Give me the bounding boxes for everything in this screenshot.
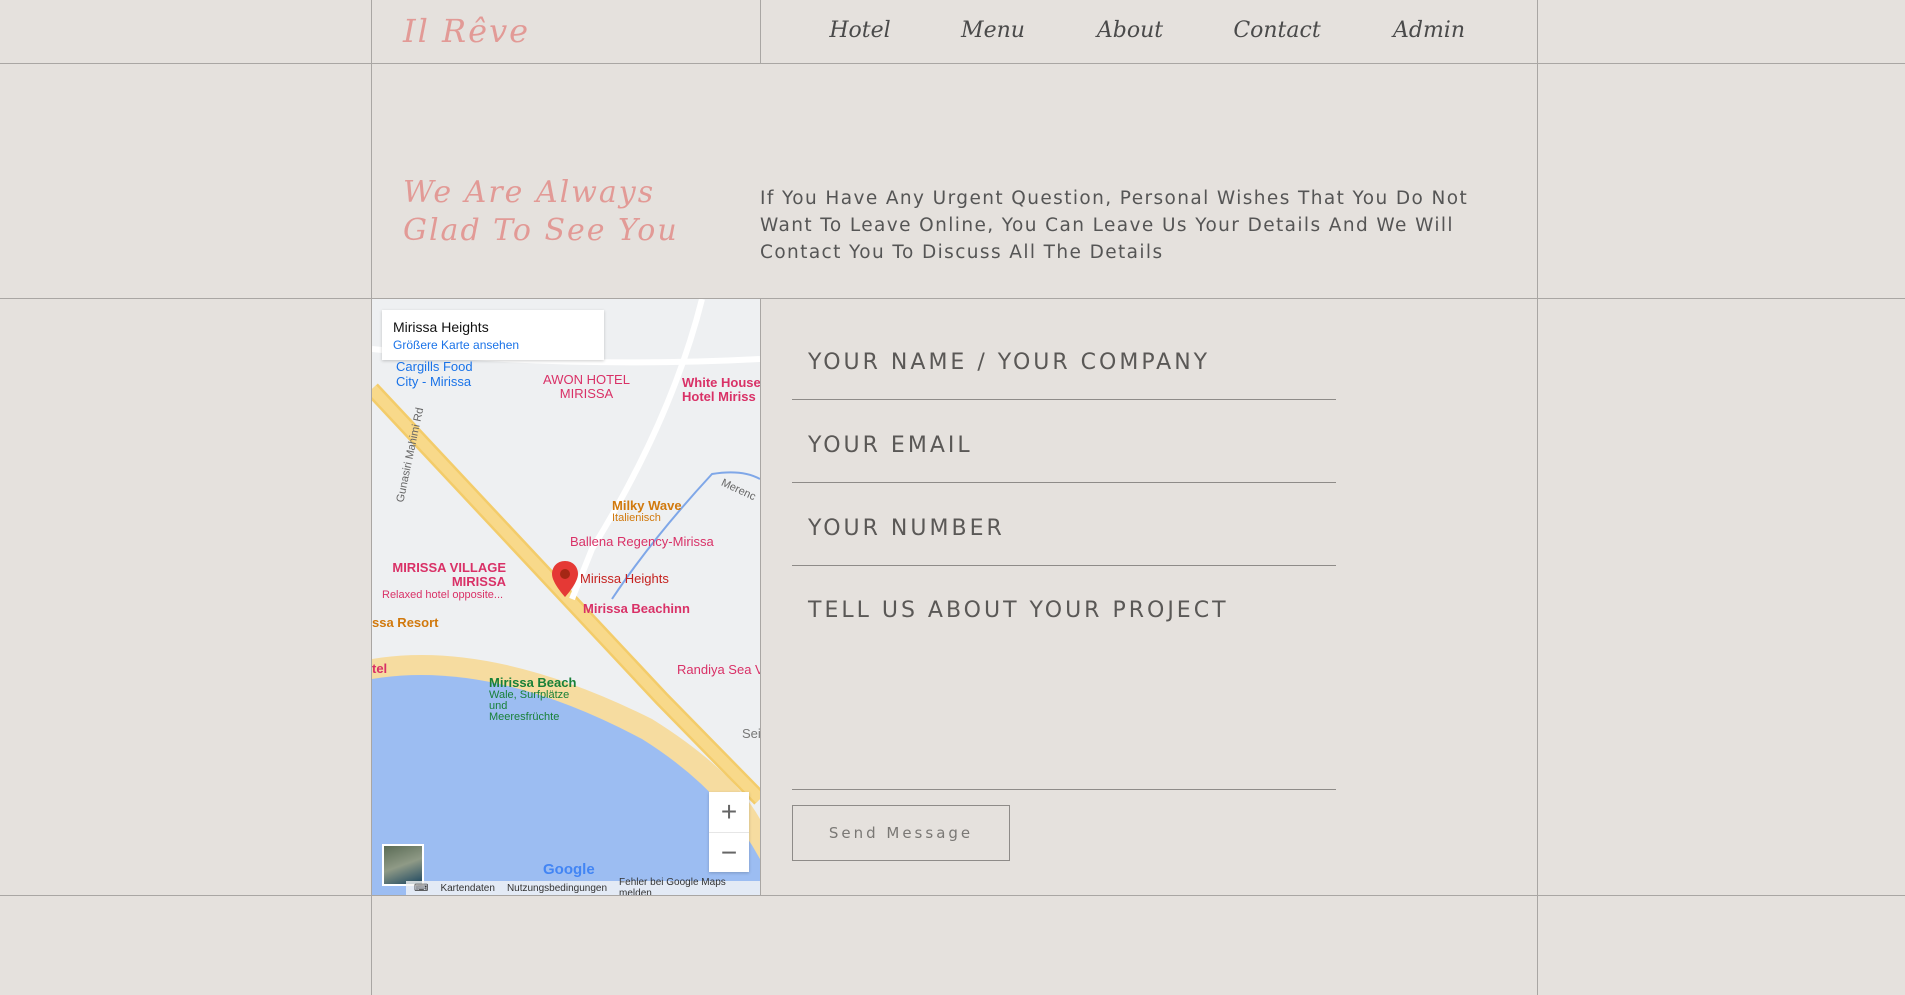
- map-label: Wale, Surfplätze und Meeresfrüchte: [489, 689, 570, 723]
- zoom-controls: + −: [709, 792, 749, 872]
- location-pin-icon: [552, 561, 578, 597]
- map-footer: ⌨ Kartendaten Nutzungsbedingungen Fehler…: [406, 877, 760, 895]
- map-label: Ballena Regency-Mirissa: [570, 534, 714, 549]
- nav-about[interactable]: About: [1097, 18, 1163, 43]
- map-data-link[interactable]: Kartendaten: [440, 883, 495, 894]
- google-map[interactable]: Mirissa Heights Größere Karte ansehen Ca…: [372, 299, 760, 895]
- keyboard-icon[interactable]: ⌨: [414, 883, 428, 894]
- nav-menu[interactable]: Menu: [961, 18, 1025, 43]
- terms-link[interactable]: Nutzungsbedingungen: [507, 883, 607, 894]
- intro-text: If You Have Any Urgent Question, Persona…: [760, 188, 1469, 263]
- headline-line-2: Glad To See You: [403, 213, 679, 248]
- grid-line: [0, 895, 1905, 896]
- map-label: Cargills Food City - Mirissa: [396, 359, 473, 389]
- satellite-toggle[interactable]: [382, 844, 424, 886]
- grid-line: [0, 298, 1905, 299]
- google-logo: Google: [543, 861, 595, 878]
- nav-contact[interactable]: Contact: [1233, 18, 1320, 43]
- nav-hotel[interactable]: Hotel: [829, 18, 890, 43]
- map-label: Mirissa Beach: [489, 675, 577, 690]
- grid-line: [1537, 0, 1538, 995]
- grid-line: [0, 63, 1905, 64]
- map-label: tel: [372, 661, 388, 676]
- map-label: Randiya Sea V: [677, 662, 760, 677]
- map-label: Mirissa Beachinn: [583, 601, 690, 616]
- email-input[interactable]: YOUR EMAIL: [792, 433, 1336, 483]
- send-message-button[interactable]: Send Message: [792, 805, 1010, 861]
- number-input[interactable]: YOUR NUMBER: [792, 516, 1336, 566]
- place-card: Mirissa Heights Größere Karte ansehen: [382, 310, 604, 360]
- map-label: MIRISSA VILLAGE MIRISSA: [392, 560, 506, 589]
- zoom-in-button[interactable]: +: [709, 792, 749, 832]
- grid-line: [760, 299, 761, 895]
- nav-admin[interactable]: Admin: [1393, 18, 1465, 43]
- report-error-link[interactable]: Fehler bei Google Maps melden: [619, 877, 760, 895]
- larger-map-link[interactable]: Größere Karte ansehen: [393, 338, 593, 352]
- project-textarea[interactable]: TELL US ABOUT YOUR PROJECT: [792, 598, 1336, 790]
- headline: We Are Always Glad To See You: [403, 174, 679, 250]
- map-label: White House Hotel Miriss: [682, 375, 760, 404]
- map-label: Mirissa Heights: [580, 571, 669, 586]
- map-label: Milky Wave: [612, 498, 682, 513]
- map-label: ssa Resort: [372, 615, 439, 630]
- logo[interactable]: Il Rêve: [403, 12, 530, 50]
- name-input[interactable]: YOUR NAME / YOUR COMPANY: [792, 350, 1336, 400]
- map-label: Sei: [742, 726, 760, 741]
- map-label: Italienisch: [612, 512, 661, 524]
- map-label: AWON HOTEL MIRISSA: [543, 372, 630, 401]
- map-label: Relaxed hotel opposite...: [382, 589, 504, 601]
- place-title: Mirissa Heights: [393, 319, 489, 335]
- zoom-out-button[interactable]: −: [709, 832, 749, 872]
- headline-line-1: We Are Always: [403, 175, 656, 210]
- grid-line: [760, 0, 761, 63]
